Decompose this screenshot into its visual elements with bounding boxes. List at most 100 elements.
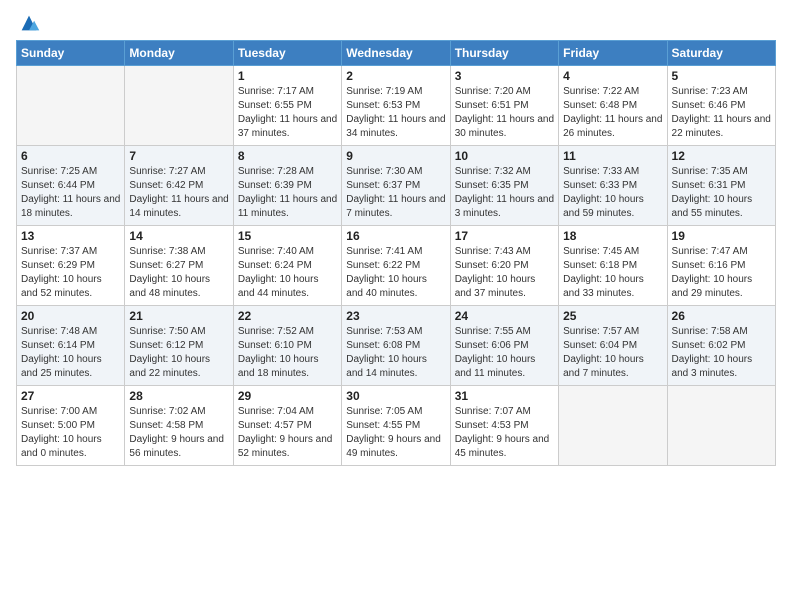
- calendar-cell: 14Sunrise: 7:38 AM Sunset: 6:27 PM Dayli…: [125, 226, 233, 306]
- day-number: 13: [21, 229, 120, 243]
- day-info: Sunrise: 7:57 AM Sunset: 6:04 PM Dayligh…: [563, 325, 662, 381]
- col-wednesday: Wednesday: [342, 41, 450, 66]
- day-info: Sunrise: 7:50 AM Sunset: 6:12 PM Dayligh…: [129, 325, 228, 381]
- calendar-cell: 28Sunrise: 7:02 AM Sunset: 4:58 PM Dayli…: [125, 386, 233, 466]
- calendar-cell: 12Sunrise: 7:35 AM Sunset: 6:31 PM Dayli…: [667, 146, 775, 226]
- calendar-cell: 2 Sunrise: 7:19 AM Sunset: 6:53 PM Daylig…: [342, 66, 450, 146]
- day-info: Sunrise: 7:41 AM Sunset: 6:22 PM Dayligh…: [346, 245, 445, 301]
- calendar-cell: 13 Sunrise: 7:37 AM Sunset: 6:29 PM Dayli…: [17, 226, 125, 306]
- day-info: Sunrise: 7:07 AM Sunset: 4:53 PM Dayligh…: [455, 405, 554, 461]
- calendar-cell: 5 Sunrise: 7:23 AM Sunset: 6:46 PM Daylig…: [667, 66, 775, 146]
- calendar-cell: 26 Sunrise: 7:58 AM Sunset: 6:02 PM Dayli…: [667, 306, 775, 386]
- day-info: Sunrise: 7:38 AM Sunset: 6:27 PM Dayligh…: [129, 245, 228, 301]
- col-thursday: Thursday: [450, 41, 558, 66]
- calendar-header-row: Sunday Monday Tuesday Wednesday Thursday…: [17, 41, 776, 66]
- calendar-cell: 29 Sunrise: 7:04 AM Sunset: 4:57 PM Dayli…: [233, 386, 341, 466]
- calendar-cell: 27Sunrise: 7:00 AM Sunset: 5:00 PM Dayli…: [17, 386, 125, 466]
- calendar-table: Sunday Monday Tuesday Wednesday Thursday…: [16, 40, 776, 466]
- day-number: 17: [455, 229, 554, 243]
- day-info: Sunrise: 7:45 AM Sunset: 6:18 PM Dayligh…: [563, 245, 662, 301]
- col-tuesday: Tuesday: [233, 41, 341, 66]
- col-friday: Friday: [559, 41, 667, 66]
- day-info: Sunrise: 7:20 AM Sunset: 6:51 PM Dayligh…: [455, 85, 554, 141]
- header: [0, 0, 792, 40]
- calendar-week-row: 6 Sunrise: 7:25 AM Sunset: 6:44 PM Daylig…: [17, 146, 776, 226]
- day-number: 27: [21, 389, 120, 403]
- day-info: Sunrise: 7:23 AM Sunset: 6:46 PM Dayligh…: [672, 85, 771, 141]
- day-number: 12: [672, 149, 771, 163]
- day-number: 30: [346, 389, 445, 403]
- calendar-cell: 30 Sunrise: 7:05 AM Sunset: 4:55 PM Dayli…: [342, 386, 450, 466]
- calendar-cell: [667, 386, 775, 466]
- col-saturday: Saturday: [667, 41, 775, 66]
- day-info: Sunrise: 7:32 AM Sunset: 6:35 PM Dayligh…: [455, 165, 554, 221]
- day-number: 7: [129, 149, 228, 163]
- page: Sunday Monday Tuesday Wednesday Thursday…: [0, 0, 792, 612]
- day-number: 9: [346, 149, 445, 163]
- day-number: 6: [21, 149, 120, 163]
- calendar-cell: 20 Sunrise: 7:48 AM Sunset: 6:14 PM Dayli…: [17, 306, 125, 386]
- day-number: 21: [129, 309, 228, 323]
- day-info: Sunrise: 7:30 AM Sunset: 6:37 PM Dayligh…: [346, 165, 445, 221]
- calendar-cell: 3 Sunrise: 7:20 AM Sunset: 6:51 PM Daylig…: [450, 66, 558, 146]
- calendar-cell: 31Sunrise: 7:07 AM Sunset: 4:53 PM Dayli…: [450, 386, 558, 466]
- calendar-cell: 21 Sunrise: 7:50 AM Sunset: 6:12 PM Dayli…: [125, 306, 233, 386]
- day-number: 26: [672, 309, 771, 323]
- day-info: Sunrise: 7:28 AM Sunset: 6:39 PM Dayligh…: [238, 165, 337, 221]
- day-number: 22: [238, 309, 337, 323]
- calendar-week-row: 27Sunrise: 7:00 AM Sunset: 5:00 PM Dayli…: [17, 386, 776, 466]
- calendar-cell: 11 Sunrise: 7:33 AM Sunset: 6:33 PM Dayli…: [559, 146, 667, 226]
- day-info: Sunrise: 7:04 AM Sunset: 4:57 PM Dayligh…: [238, 405, 337, 461]
- col-monday: Monday: [125, 41, 233, 66]
- calendar-cell: 4Sunrise: 7:22 AM Sunset: 6:48 PM Daylig…: [559, 66, 667, 146]
- day-number: 2: [346, 69, 445, 83]
- calendar-cell: 23 Sunrise: 7:53 AM Sunset: 6:08 PM Dayli…: [342, 306, 450, 386]
- day-number: 8: [238, 149, 337, 163]
- day-info: Sunrise: 7:53 AM Sunset: 6:08 PM Dayligh…: [346, 325, 445, 381]
- calendar-week-row: 20 Sunrise: 7:48 AM Sunset: 6:14 PM Dayli…: [17, 306, 776, 386]
- day-info: Sunrise: 7:19 AM Sunset: 6:53 PM Dayligh…: [346, 85, 445, 141]
- day-number: 18: [563, 229, 662, 243]
- day-number: 1: [238, 69, 337, 83]
- day-info: Sunrise: 7:05 AM Sunset: 4:55 PM Dayligh…: [346, 405, 445, 461]
- calendar-cell: 16 Sunrise: 7:41 AM Sunset: 6:22 PM Dayli…: [342, 226, 450, 306]
- day-number: 4: [563, 69, 662, 83]
- day-number: 15: [238, 229, 337, 243]
- calendar-cell: 19Sunrise: 7:47 AM Sunset: 6:16 PM Dayli…: [667, 226, 775, 306]
- calendar-cell: 9 Sunrise: 7:30 AM Sunset: 6:37 PM Daylig…: [342, 146, 450, 226]
- calendar-cell: 15Sunrise: 7:40 AM Sunset: 6:24 PM Dayli…: [233, 226, 341, 306]
- day-info: Sunrise: 7:17 AM Sunset: 6:55 PM Dayligh…: [238, 85, 337, 141]
- day-info: Sunrise: 7:48 AM Sunset: 6:14 PM Dayligh…: [21, 325, 120, 381]
- day-number: 16: [346, 229, 445, 243]
- calendar-cell: [559, 386, 667, 466]
- logo: [16, 12, 40, 34]
- day-info: Sunrise: 7:43 AM Sunset: 6:20 PM Dayligh…: [455, 245, 554, 301]
- day-info: Sunrise: 7:55 AM Sunset: 6:06 PM Dayligh…: [455, 325, 554, 381]
- calendar-cell: [17, 66, 125, 146]
- calendar-cell: [125, 66, 233, 146]
- calendar-cell: 10 Sunrise: 7:32 AM Sunset: 6:35 PM Dayli…: [450, 146, 558, 226]
- calendar-cell: 24 Sunrise: 7:55 AM Sunset: 6:06 PM Dayli…: [450, 306, 558, 386]
- calendar-cell: 22 Sunrise: 7:52 AM Sunset: 6:10 PM Dayli…: [233, 306, 341, 386]
- calendar-cell: 1 Sunrise: 7:17 AM Sunset: 6:55 PM Daylig…: [233, 66, 341, 146]
- day-info: Sunrise: 7:33 AM Sunset: 6:33 PM Dayligh…: [563, 165, 662, 221]
- day-info: Sunrise: 7:25 AM Sunset: 6:44 PM Dayligh…: [21, 165, 120, 221]
- day-number: 24: [455, 309, 554, 323]
- calendar-week-row: 1 Sunrise: 7:17 AM Sunset: 6:55 PM Daylig…: [17, 66, 776, 146]
- day-number: 3: [455, 69, 554, 83]
- day-number: 23: [346, 309, 445, 323]
- day-number: 11: [563, 149, 662, 163]
- day-number: 20: [21, 309, 120, 323]
- day-number: 25: [563, 309, 662, 323]
- logo-icon: [18, 12, 40, 34]
- day-info: Sunrise: 7:52 AM Sunset: 6:10 PM Dayligh…: [238, 325, 337, 381]
- day-number: 10: [455, 149, 554, 163]
- day-number: 29: [238, 389, 337, 403]
- day-info: Sunrise: 7:37 AM Sunset: 6:29 PM Dayligh…: [21, 245, 120, 301]
- day-number: 5: [672, 69, 771, 83]
- day-info: Sunrise: 7:58 AM Sunset: 6:02 PM Dayligh…: [672, 325, 771, 381]
- calendar-cell: 18 Sunrise: 7:45 AM Sunset: 6:18 PM Dayli…: [559, 226, 667, 306]
- day-info: Sunrise: 7:27 AM Sunset: 6:42 PM Dayligh…: [129, 165, 228, 221]
- day-info: Sunrise: 7:47 AM Sunset: 6:16 PM Dayligh…: [672, 245, 771, 301]
- calendar-cell: 6 Sunrise: 7:25 AM Sunset: 6:44 PM Daylig…: [17, 146, 125, 226]
